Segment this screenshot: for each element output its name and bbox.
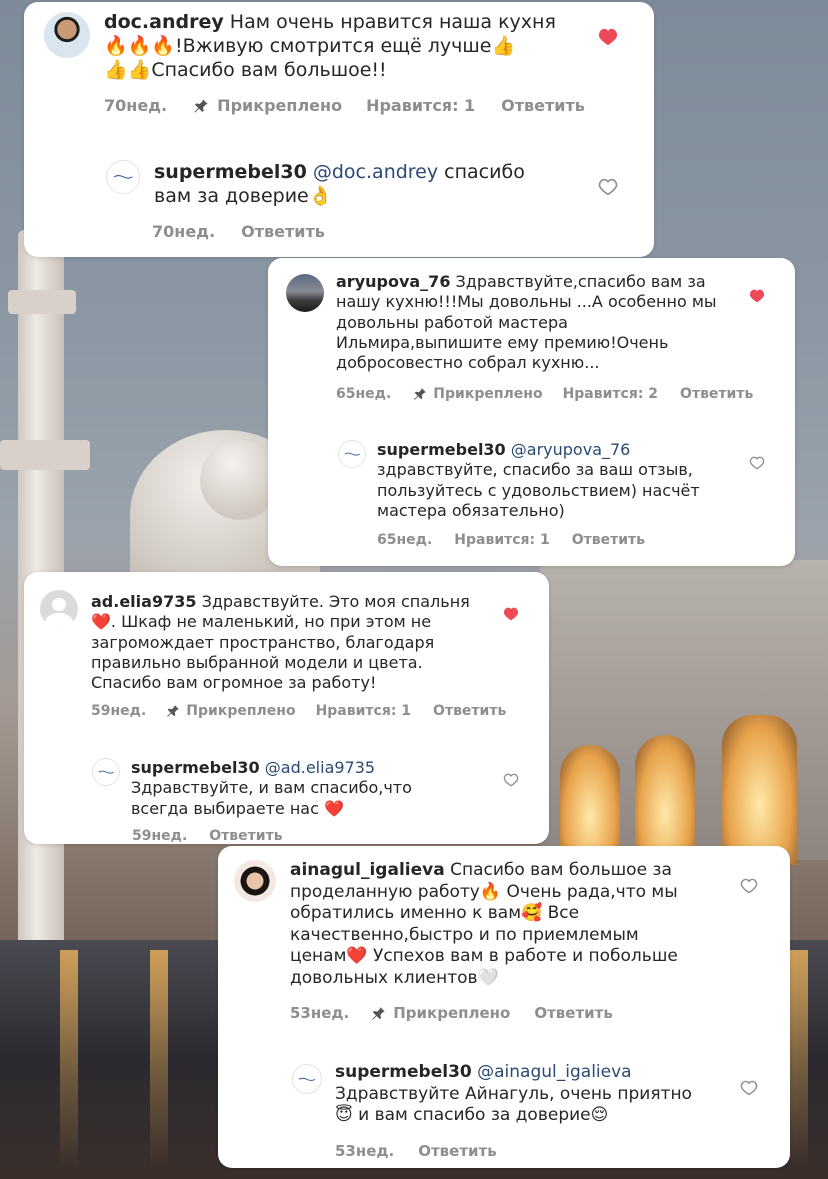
comment-meta: 53нед. Прикреплено Ответить bbox=[290, 1004, 613, 1022]
avatar[interactable] bbox=[292, 1064, 322, 1094]
reply-button[interactable]: Ответить bbox=[501, 96, 585, 115]
pinned-label: Прикреплено bbox=[371, 1004, 510, 1022]
red-heart-emoji: ❤️ bbox=[346, 946, 368, 967]
reply-text: supermebel30 @aryupova_76 здравствуйте, … bbox=[377, 440, 700, 520]
timestamp: 70нед. bbox=[104, 96, 168, 115]
minaret-balcony bbox=[0, 440, 90, 470]
timestamp: 59нед. bbox=[91, 703, 147, 719]
pin-icon bbox=[372, 1006, 385, 1020]
reply-button[interactable]: Ответить bbox=[680, 386, 753, 402]
reply-button[interactable]: Ответить bbox=[209, 828, 282, 844]
username[interactable]: supermebel30 bbox=[131, 758, 260, 777]
reply-button[interactable]: Ответить bbox=[418, 1142, 497, 1160]
smiling-hearts-emoji: 🥰 bbox=[521, 903, 543, 924]
heart-outline-icon[interactable] bbox=[740, 878, 758, 894]
pinned-label: Прикреплено bbox=[193, 96, 342, 115]
reply-button[interactable]: Ответить bbox=[241, 222, 325, 241]
ok-hand-emoji: 👌 bbox=[308, 185, 333, 208]
fire-emoji: 🔥🔥🔥 bbox=[104, 35, 175, 58]
heart-filled-icon[interactable] bbox=[749, 289, 765, 303]
mention-link[interactable]: @ainagul_igalieva bbox=[477, 1062, 631, 1082]
pin-icon bbox=[167, 705, 180, 717]
avatar[interactable] bbox=[286, 274, 324, 312]
timestamp: 59нед. bbox=[132, 828, 188, 844]
heart-outline-icon[interactable] bbox=[749, 456, 765, 470]
light-reflection bbox=[790, 950, 808, 1170]
mention-link[interactable]: @doc.andrey bbox=[313, 161, 438, 183]
thumbs-up-emoji: 👍👍 bbox=[104, 59, 152, 82]
timestamp: 53нед. bbox=[290, 1004, 350, 1022]
comment-card: doc.andrey Нам очень нравится наша кухня… bbox=[24, 2, 654, 257]
avatar[interactable] bbox=[106, 160, 140, 194]
comment-text: ainagul_igalieva Спасибо вам большое за … bbox=[290, 860, 678, 988]
angel-emoji: 😇 bbox=[335, 1105, 353, 1126]
timestamp: 65нед. bbox=[377, 532, 433, 548]
white-heart-emoji: 🤍 bbox=[477, 967, 499, 988]
avatar[interactable] bbox=[44, 12, 90, 58]
comment-text: ad.elia9735 Здравствуйте. Это моя спальн… bbox=[91, 592, 470, 693]
reply-button[interactable]: Ответить bbox=[534, 1004, 613, 1022]
brand-logo bbox=[113, 175, 133, 179]
comment-card: ainagul_igalieva Спасибо вам большое за … bbox=[218, 846, 790, 1168]
mention-link[interactable]: @ad.elia9735 bbox=[265, 758, 375, 777]
reply-button[interactable]: Ответить bbox=[572, 532, 645, 548]
comment-meta: 70нед. Прикреплено Нравится: 1 Ответить bbox=[104, 96, 585, 115]
light-reflection bbox=[150, 950, 168, 1170]
timestamp: 65нед. bbox=[336, 386, 392, 402]
fire-emoji: 🔥 bbox=[479, 881, 502, 902]
pinned-label: Прикреплено bbox=[413, 386, 543, 402]
reply-text: supermebel30 @ad.elia9735 Здравствуйте, … bbox=[131, 758, 412, 818]
comment-card: aryupova_76 Здравствуйте,спасибо вам за … bbox=[268, 258, 795, 566]
minaret-balcony bbox=[8, 290, 76, 314]
timestamp: 70нед. bbox=[152, 222, 216, 241]
heart-outline-icon[interactable] bbox=[503, 773, 519, 787]
relieved-face-emoji: 😌 bbox=[590, 1105, 609, 1126]
username[interactable]: ainagul_igalieva bbox=[290, 860, 445, 880]
username[interactable]: aryupova_76 bbox=[336, 272, 450, 291]
comment-card: ad.elia9735 Здравствуйте. Это моя спальн… bbox=[24, 572, 549, 844]
heart-outline-icon[interactable] bbox=[598, 178, 618, 196]
avatar[interactable] bbox=[234, 860, 276, 902]
username[interactable]: supermebel30 bbox=[335, 1062, 472, 1082]
pin-icon bbox=[414, 388, 427, 400]
light-reflection bbox=[60, 950, 78, 1170]
likes-count[interactable]: Нравится: 1 bbox=[366, 96, 475, 115]
heart-filled-icon[interactable] bbox=[598, 28, 618, 46]
comment-text: doc.andrey Нам очень нравится наша кухня… bbox=[104, 11, 556, 82]
reply-meta: 70нед. Ответить bbox=[152, 222, 325, 241]
thumbs-up-emoji: 👍 bbox=[491, 35, 516, 58]
pin-icon bbox=[194, 98, 208, 113]
brand-logo bbox=[98, 770, 114, 774]
reply-meta: 53нед. Ответить bbox=[335, 1142, 497, 1160]
red-heart-emoji: ❤️ bbox=[91, 612, 111, 632]
username[interactable]: supermebel30 bbox=[154, 161, 307, 183]
heart-filled-icon[interactable] bbox=[503, 607, 519, 621]
avatar[interactable] bbox=[338, 440, 366, 468]
brand-logo bbox=[344, 452, 360, 456]
likes-count[interactable]: Нравится: 1 bbox=[454, 532, 549, 548]
red-heart-emoji: ❤️ bbox=[323, 798, 344, 818]
username[interactable]: doc.andrey bbox=[104, 11, 224, 33]
reply-button[interactable]: Ответить bbox=[433, 703, 506, 719]
comment-meta: 65нед. Прикреплено Нравится: 2 Ответить bbox=[336, 386, 753, 402]
timestamp: 53нед. bbox=[335, 1142, 395, 1160]
username[interactable]: supermebel30 bbox=[377, 440, 506, 459]
comment-meta: 59нед. Прикреплено Нравится: 1 Ответить bbox=[91, 703, 506, 719]
lit-arch bbox=[722, 715, 797, 865]
avatar[interactable] bbox=[40, 590, 78, 628]
reply-meta: 65нед. Нравится: 1 Ответить bbox=[377, 532, 645, 548]
avatar[interactable] bbox=[92, 758, 120, 786]
username[interactable]: ad.elia9735 bbox=[91, 592, 196, 611]
pinned-label: Прикреплено bbox=[166, 703, 296, 719]
likes-count[interactable]: Нравится: 2 bbox=[563, 386, 658, 402]
reply-meta: 59нед. Ответить bbox=[132, 828, 283, 844]
mention-link[interactable]: @aryupova_76 bbox=[511, 440, 631, 459]
reply-text: supermebel30 @doc.andrey спасибо вам за … bbox=[154, 161, 525, 208]
reply-text: supermebel30 @ainagul_igalieva Здравству… bbox=[335, 1062, 692, 1126]
brand-logo bbox=[298, 1077, 316, 1081]
heart-outline-icon[interactable] bbox=[740, 1080, 758, 1096]
likes-count[interactable]: Нравится: 1 bbox=[316, 703, 411, 719]
comment-text: aryupova_76 Здравствуйте,спасибо вам за … bbox=[336, 272, 717, 373]
